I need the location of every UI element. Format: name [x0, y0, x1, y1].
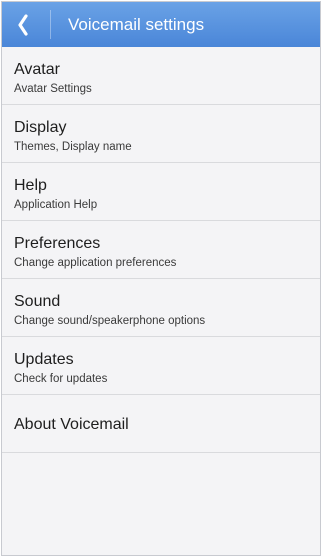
settings-item-title: Sound	[14, 293, 61, 310]
settings-item-subtitle: Change application preferences	[14, 257, 177, 269]
chevron-left-icon	[16, 13, 30, 36]
settings-item-sound[interactable]: Sound Change sound/speakerphone options	[2, 279, 320, 337]
settings-item-title: About Voicemail	[14, 416, 129, 433]
settings-item-subtitle: Change sound/speakerphone options	[14, 315, 206, 327]
settings-item-title: Help	[14, 177, 47, 194]
settings-item-subtitle: Avatar Settings	[14, 83, 92, 95]
settings-item-title: Avatar	[14, 61, 60, 78]
settings-item-help[interactable]: Help Application Help	[2, 163, 320, 221]
settings-item-preferences[interactable]: Preferences Change application preferenc…	[2, 221, 320, 279]
page-title: Voicemail settings	[68, 15, 205, 34]
back-button[interactable]	[2, 2, 44, 47]
settings-item-about[interactable]: About Voicemail	[2, 395, 320, 453]
action-bar-divider	[50, 10, 51, 39]
settings-item-display[interactable]: Display Themes, Display name	[2, 105, 320, 163]
settings-item-updates[interactable]: Updates Check for updates	[2, 337, 320, 395]
settings-item-title: Updates	[14, 351, 74, 368]
settings-item-avatar[interactable]: Avatar Avatar Settings	[2, 47, 320, 105]
settings-item-title: Preferences	[14, 235, 101, 252]
action-bar: Voicemail settings	[2, 2, 320, 47]
voicemail-settings-screen: Voicemail settings Avatar Avatar Setting…	[1, 1, 321, 556]
settings-item-subtitle: Check for updates	[14, 373, 108, 385]
settings-item-subtitle: Themes, Display name	[14, 141, 132, 153]
settings-item-subtitle: Application Help	[14, 199, 98, 211]
settings-list: Avatar Avatar Settings Display Themes, D…	[2, 47, 320, 453]
settings-item-title: Display	[14, 119, 67, 136]
